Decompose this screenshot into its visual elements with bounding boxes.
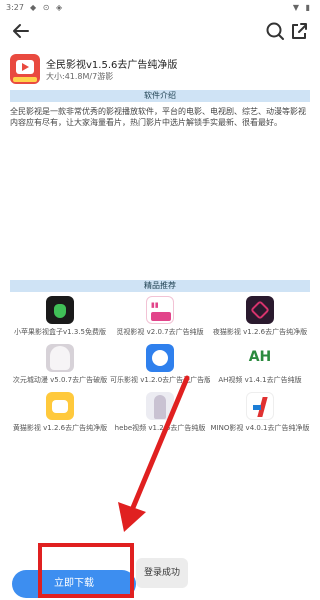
- yellow-cat-icon: [46, 392, 74, 420]
- recommend-item[interactable]: MINO影视 v4.0.1去广告纯净版: [210, 392, 310, 438]
- app-logo-icon: [10, 54, 40, 84]
- app-description: 全民影视是一款非常优秀的影视播放软件，平台的电影、电视剧、综艺、动漫等影视内容应…: [10, 107, 306, 127]
- share-icon[interactable]: [288, 20, 310, 42]
- app-meta: 大小:41.8M/7游影: [46, 72, 114, 81]
- recommend-item-name: 小苹果影视盒子v1.3.5免费版: [14, 328, 106, 336]
- green-apple-icon: [46, 296, 74, 324]
- top-bar: [0, 16, 320, 46]
- notification-icons: ◆ ⊙ ◈: [30, 3, 65, 12]
- recommend-item-name: 可乐影视 v1.2.0去广告无广告版: [110, 376, 210, 384]
- recommend-item-name: hebe视频 v1.2.6去广告纯版: [114, 424, 206, 432]
- app-title: 全民影视v1.5.6去广告纯净版: [46, 60, 178, 71]
- app-header: 全民影视v1.5.6去广告纯净版 大小:41.8M/7游影: [10, 54, 310, 84]
- photo-person-icon: [146, 392, 174, 420]
- recommend-item-name: 觅视影视 v2.0.7去广告纯版: [116, 328, 204, 336]
- recommend-item-name: 次元城动漫 v5.0.7去广告破版: [12, 376, 108, 384]
- login-success-toast: 登录成功: [136, 558, 188, 588]
- recommend-item[interactable]: ▮▮ 觅视影视 v2.0.7去广告纯版: [110, 296, 210, 342]
- recommend-item[interactable]: 次元城动漫 v5.0.7去广告破版: [10, 344, 110, 390]
- recommend-item-name: 黄猫影视 v1.2.6去广告纯净版: [12, 424, 108, 432]
- anime-girl-icon: [46, 344, 74, 372]
- back-arrow-icon[interactable]: [10, 20, 32, 42]
- section-header-recommend: 精品推荐: [10, 280, 310, 292]
- pink-video-icon: ▮▮: [146, 296, 174, 324]
- signal-battery-icons: ▼ ▮: [292, 3, 312, 12]
- search-icon[interactable]: [264, 20, 286, 42]
- recommend-item[interactable]: 小苹果影视盒子v1.3.5免费版: [10, 296, 110, 342]
- recommend-item[interactable]: 黄猫影视 v1.2.6去广告纯净版: [10, 392, 110, 438]
- recommend-item[interactable]: AH AH视频 v1.4.1去广告纯版: [210, 344, 310, 390]
- recommend-item[interactable]: 可乐影视 v1.2.0去广告无广告版: [110, 344, 210, 390]
- status-bar: 3:27 ◆ ⊙ ◈ ▼ ▮: [0, 0, 320, 16]
- dark-diamond-icon: [246, 296, 274, 324]
- recommend-item[interactable]: hebe视频 v1.2.6去广告纯版: [110, 392, 210, 438]
- recommend-item-name: AH视频 v1.4.1去广告纯版: [218, 376, 302, 384]
- section-header-intro: 软件介绍: [10, 90, 310, 102]
- blue-mascot-icon: [146, 344, 174, 372]
- recommend-item-name: MINO影视 v4.0.1去广告纯净版: [210, 424, 310, 432]
- ah-logo-icon: AH: [246, 344, 274, 372]
- annotation-highlight-box: [38, 543, 134, 598]
- status-time: 3:27: [6, 3, 24, 12]
- mino-logo-icon: [246, 392, 274, 420]
- recommend-item[interactable]: 夜猫影视 v1.2.6去广告纯净版: [210, 296, 310, 342]
- recommend-item-name: 夜猫影视 v1.2.6去广告纯净版: [212, 328, 308, 336]
- recommend-grid: 小苹果影视盒子v1.3.5免费版 ▮▮ 觅视影视 v2.0.7去广告纯版 夜猫影…: [10, 296, 310, 438]
